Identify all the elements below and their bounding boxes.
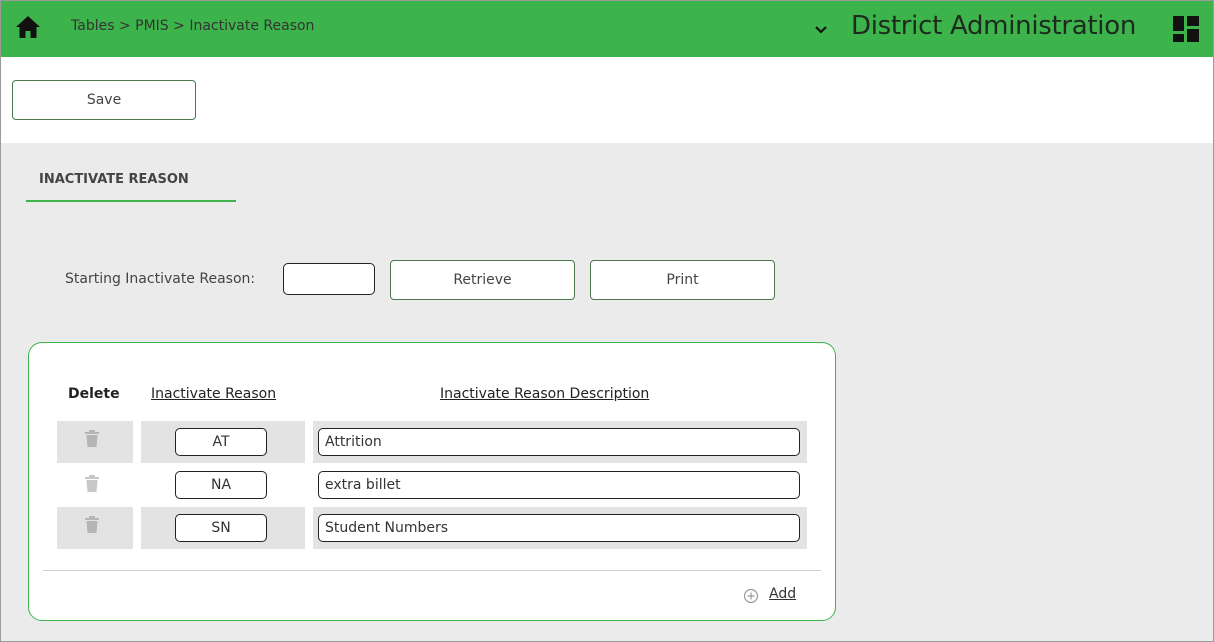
code-input[interactable]: NA xyxy=(175,471,267,499)
print-button[interactable]: Print xyxy=(590,260,775,300)
home-icon[interactable] xyxy=(15,14,41,40)
grid-icon[interactable] xyxy=(1172,15,1200,43)
chevron-down-icon[interactable] xyxy=(813,22,829,38)
breadcrumb-item-current: Inactivate Reason xyxy=(189,18,315,34)
app-frame: Tables > PMIS > Inactivate Reason Distri… xyxy=(0,0,1214,642)
add-link[interactable]: Add xyxy=(769,586,796,602)
breadcrumb: Tables > PMIS > Inactivate Reason xyxy=(71,18,314,34)
code-input[interactable]: SN xyxy=(175,514,267,542)
breadcrumb-item-tables[interactable]: Tables xyxy=(71,18,115,34)
breadcrumb-item-pmis[interactable]: PMIS xyxy=(135,18,169,34)
tab-active-indicator xyxy=(26,200,236,202)
tab-inactivate-reason[interactable]: INACTIVATE REASON xyxy=(39,172,189,187)
plus-circle-icon[interactable] xyxy=(743,588,759,604)
grid-divider xyxy=(43,570,821,571)
breadcrumb-separator: > xyxy=(114,18,136,34)
column-header-code[interactable]: Inactivate Reason xyxy=(151,386,276,402)
column-header-delete: Delete xyxy=(68,386,120,402)
top-bar: Tables > PMIS > Inactivate Reason Distri… xyxy=(1,1,1213,57)
column-header-description[interactable]: Inactivate Reason Description xyxy=(440,386,649,402)
retrieve-button[interactable]: Retrieve xyxy=(390,260,575,300)
description-input[interactable]: extra billet xyxy=(318,471,800,499)
save-button[interactable]: Save xyxy=(12,80,196,120)
description-input[interactable]: Attrition xyxy=(318,428,800,456)
starting-reason-input[interactable] xyxy=(283,263,375,295)
starting-reason-label: Starting Inactivate Reason: xyxy=(65,271,256,287)
trash-icon[interactable] xyxy=(85,430,99,447)
trash-icon[interactable] xyxy=(85,516,99,533)
trash-icon[interactable] xyxy=(85,475,99,492)
code-input[interactable]: AT xyxy=(175,428,267,456)
description-input[interactable]: Student Numbers xyxy=(318,514,800,542)
breadcrumb-separator: > xyxy=(168,18,190,34)
app-title: District Administration xyxy=(851,11,1137,41)
toolbar: Save xyxy=(1,57,1213,143)
